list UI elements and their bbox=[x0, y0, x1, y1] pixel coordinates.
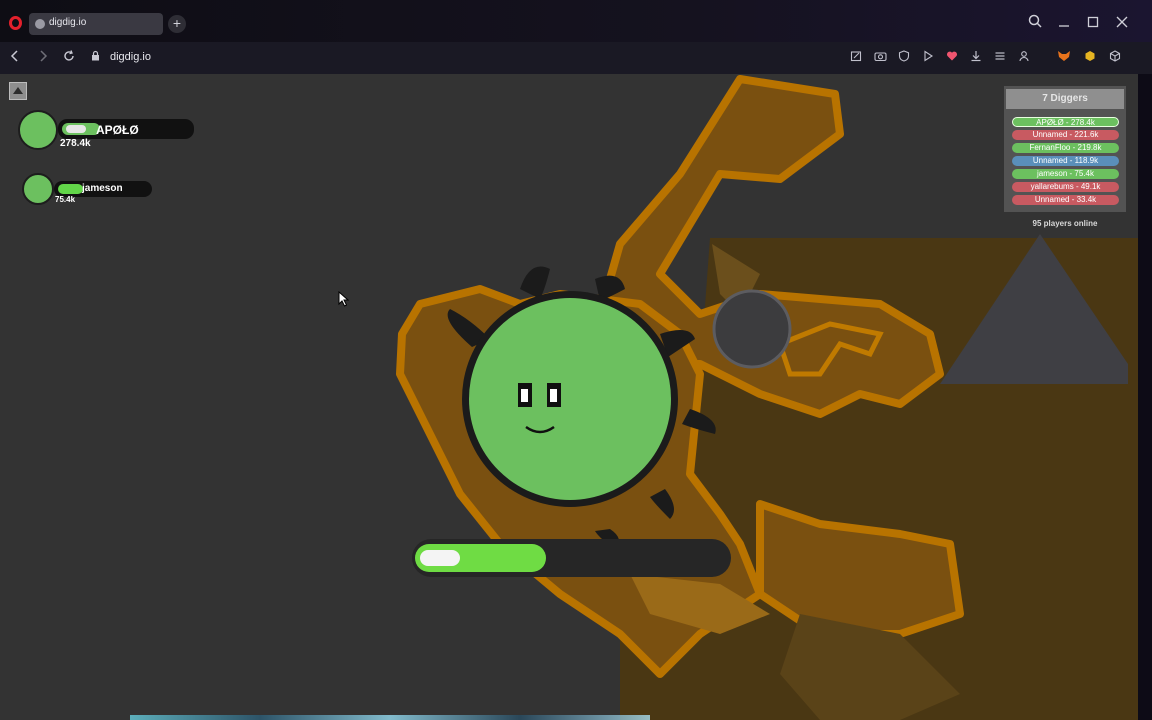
tab-title: digdig.io bbox=[49, 17, 87, 28]
window-edge bbox=[1138, 74, 1152, 720]
url-field[interactable]: digdig.io bbox=[110, 51, 151, 63]
snapshot-icon[interactable] bbox=[848, 50, 864, 66]
maximize-icon[interactable] bbox=[1083, 14, 1103, 34]
taskbar-glow bbox=[130, 715, 650, 720]
browser-tab[interactable]: digdig.io bbox=[29, 13, 163, 35]
extension-box-icon[interactable] bbox=[1107, 50, 1123, 66]
download-icon[interactable] bbox=[968, 50, 984, 66]
leaderboard-row: Unnamed - 33.4k bbox=[1012, 195, 1119, 205]
new-tab-button[interactable]: + bbox=[168, 15, 186, 33]
vpn-icon[interactable] bbox=[896, 50, 912, 66]
collapse-team-button[interactable] bbox=[9, 82, 27, 100]
browser-address-bar: digdig.io bbox=[0, 42, 1152, 109]
globe-icon bbox=[35, 19, 45, 29]
easy-setup-icon[interactable] bbox=[992, 50, 1008, 66]
leaderboard-row: Unnamed - 118.9k bbox=[1012, 156, 1119, 166]
players-online: 95 players online bbox=[1032, 219, 1098, 228]
team-member-avatar bbox=[22, 173, 54, 205]
leaderboard: 7 Diggers APØŁØ - 278.4k Unnamed - 221.6… bbox=[1004, 86, 1126, 212]
camera-icon[interactable] bbox=[872, 50, 888, 66]
leaderboard-row: APØŁØ - 278.4k bbox=[1012, 117, 1119, 127]
player-body bbox=[469, 298, 671, 500]
back-icon[interactable] bbox=[5, 48, 25, 68]
boost-meter-shine bbox=[420, 550, 460, 566]
leaderboard-row: jameson - 75.4k bbox=[1012, 169, 1119, 179]
boost-meter bbox=[412, 539, 731, 577]
lock-icon[interactable] bbox=[91, 50, 100, 64]
game-canvas[interactable] bbox=[0, 74, 1138, 720]
browser-tab-bar: digdig.io + bbox=[0, 0, 1152, 42]
reload-icon[interactable] bbox=[59, 48, 79, 68]
opera-logo-icon[interactable] bbox=[9, 16, 22, 30]
forward-icon[interactable] bbox=[33, 48, 53, 68]
leaderboard-row: Unnamed - 221.6k bbox=[1012, 130, 1119, 140]
close-icon[interactable] bbox=[1112, 14, 1132, 34]
extension-hex-icon[interactable] bbox=[1082, 50, 1098, 66]
player-digger bbox=[447, 266, 716, 549]
team-member-avatar bbox=[18, 110, 58, 150]
leaderboard-row: yallarebums - 49.1k bbox=[1012, 182, 1119, 192]
search-icon[interactable] bbox=[1025, 14, 1045, 34]
leaderboard-row: FernanFloo - 219.8k bbox=[1012, 143, 1119, 153]
profile-icon[interactable] bbox=[1016, 50, 1032, 66]
play-icon[interactable] bbox=[920, 50, 936, 66]
extension-fox-icon[interactable] bbox=[1056, 50, 1072, 66]
team-member-name: APØŁØ bbox=[96, 123, 139, 137]
team-member-name: jameson bbox=[82, 183, 123, 194]
minimize-icon[interactable] bbox=[1054, 14, 1074, 34]
health-shine bbox=[66, 125, 86, 133]
heart-icon[interactable] bbox=[944, 50, 960, 66]
team-member-health-bar bbox=[58, 184, 83, 194]
team-member-score: 278.4k bbox=[60, 138, 91, 149]
leaderboard-title: 7 Diggers bbox=[1006, 89, 1124, 109]
mouse-cursor-icon bbox=[338, 291, 350, 307]
team-member-score: 75.4k bbox=[55, 195, 76, 204]
